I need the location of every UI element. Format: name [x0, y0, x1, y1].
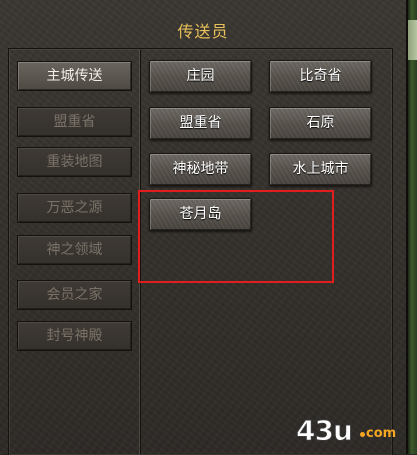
annotation-highlight-box: [138, 190, 334, 283]
dest-button-manor[interactable]: 庄园: [149, 60, 252, 93]
scene-edge: [408, 0, 417, 454]
sidebar-item-member-home[interactable]: 会员之家: [17, 280, 132, 310]
watermark-dot: [360, 432, 365, 437]
watermark-text: 43u: [296, 414, 354, 448]
sidebar-item-heavy-maps[interactable]: 重装地图: [17, 147, 132, 177]
sidebar-item-evil-source[interactable]: 万恶之源: [17, 193, 132, 223]
dest-button-biqi[interactable]: 比奇省: [269, 60, 372, 93]
dest-button-stone-plain[interactable]: 石原: [269, 107, 372, 140]
watermark-suffix: com: [366, 426, 397, 441]
sidebar-item-ban-temple[interactable]: 封号神殿: [17, 321, 132, 351]
title-bar: 传送员: [0, 0, 406, 50]
sidebar-item-main-city[interactable]: 主城传送: [17, 61, 132, 91]
site-watermark-logo: 43u com: [296, 414, 408, 450]
dest-button-mengzhong[interactable]: 盟重省: [149, 107, 252, 140]
dest-button-water-city[interactable]: 水上城市: [269, 153, 372, 186]
window-title: 传送员: [177, 22, 229, 41]
sidebar-item-god-domain[interactable]: 神之领域: [17, 235, 132, 265]
sidebar-item-mengzhong[interactable]: 盟重省: [17, 107, 132, 137]
dest-button-mystic-zone[interactable]: 神秘地带: [149, 153, 252, 186]
